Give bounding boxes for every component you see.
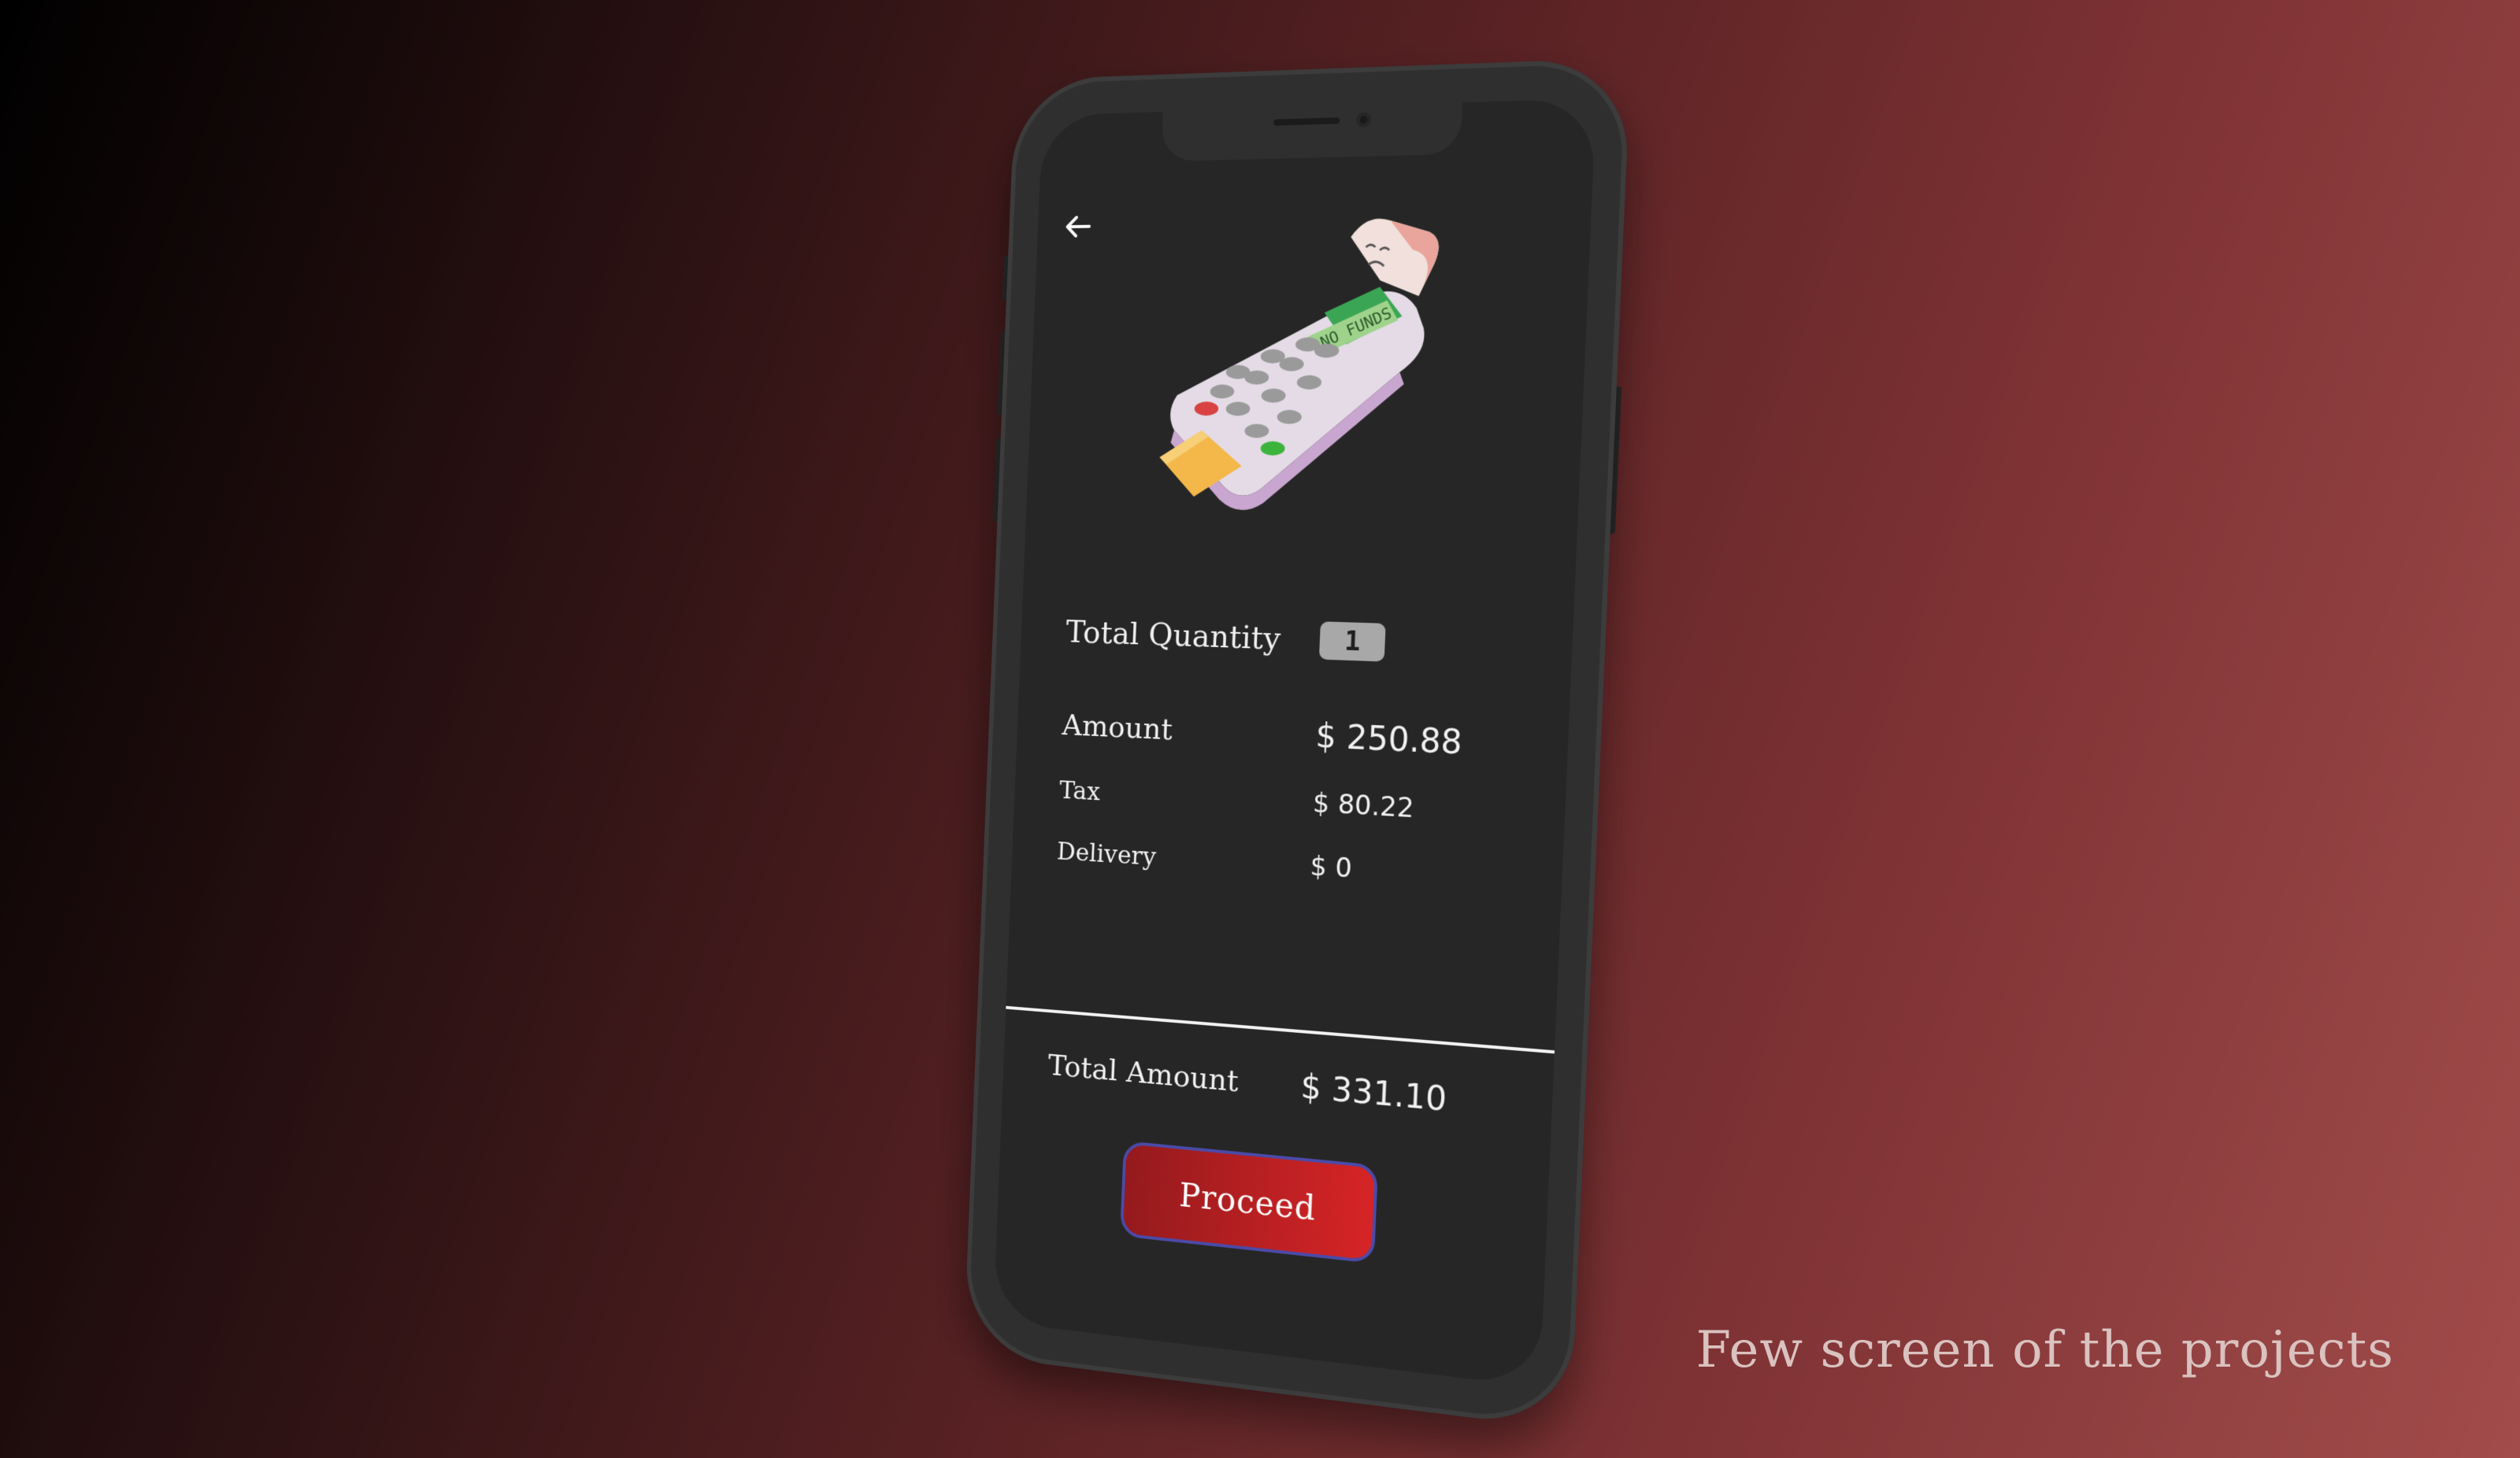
amount-value: $ 250.88	[1314, 716, 1463, 762]
total-divider	[1006, 1005, 1555, 1054]
arrow-left-icon	[1062, 210, 1094, 243]
delivery-value: $ 0	[1309, 850, 1353, 885]
total-amount-label: Total Amount	[1047, 1047, 1240, 1098]
amount-row: Amount $ 250.88	[1062, 705, 1520, 764]
tax-row: Tax $ 80.22	[1059, 774, 1518, 830]
phone-mockup: NO FUNDS Total Quantity 1 Amount $ 250.8…	[963, 57, 1632, 1430]
speaker-grille	[1273, 117, 1340, 126]
tax-value: $ 80.22	[1312, 787, 1415, 825]
amount-label: Amount	[1061, 707, 1173, 746]
phone-frame: NO FUNDS Total Quantity 1 Amount $ 250.8…	[963, 57, 1632, 1430]
quantity-badge: 1	[1318, 621, 1387, 662]
proceed-button[interactable]: Proceed	[1120, 1140, 1379, 1264]
quantity-row: Total Quantity 1	[1065, 613, 1525, 667]
delivery-label: Delivery	[1056, 836, 1157, 871]
back-button[interactable]	[1057, 205, 1099, 249]
payment-terminal-icon: NO FUNDS	[1158, 217, 1440, 513]
delivery-row: Delivery $ 0	[1056, 835, 1514, 894]
front-camera	[1356, 112, 1371, 128]
caption-text: Few screen of the projects	[1695, 1321, 2394, 1379]
total-quantity-label: Total Quantity	[1065, 614, 1282, 657]
checkout-screen: NO FUNDS Total Quantity 1 Amount $ 250.8…	[993, 98, 1597, 1388]
phone-notch	[1161, 102, 1463, 162]
total-row: Total Amount $ 331.10	[1047, 1045, 1504, 1124]
total-amount-value: $ 331.10	[1299, 1067, 1448, 1119]
tax-label: Tax	[1058, 775, 1101, 807]
